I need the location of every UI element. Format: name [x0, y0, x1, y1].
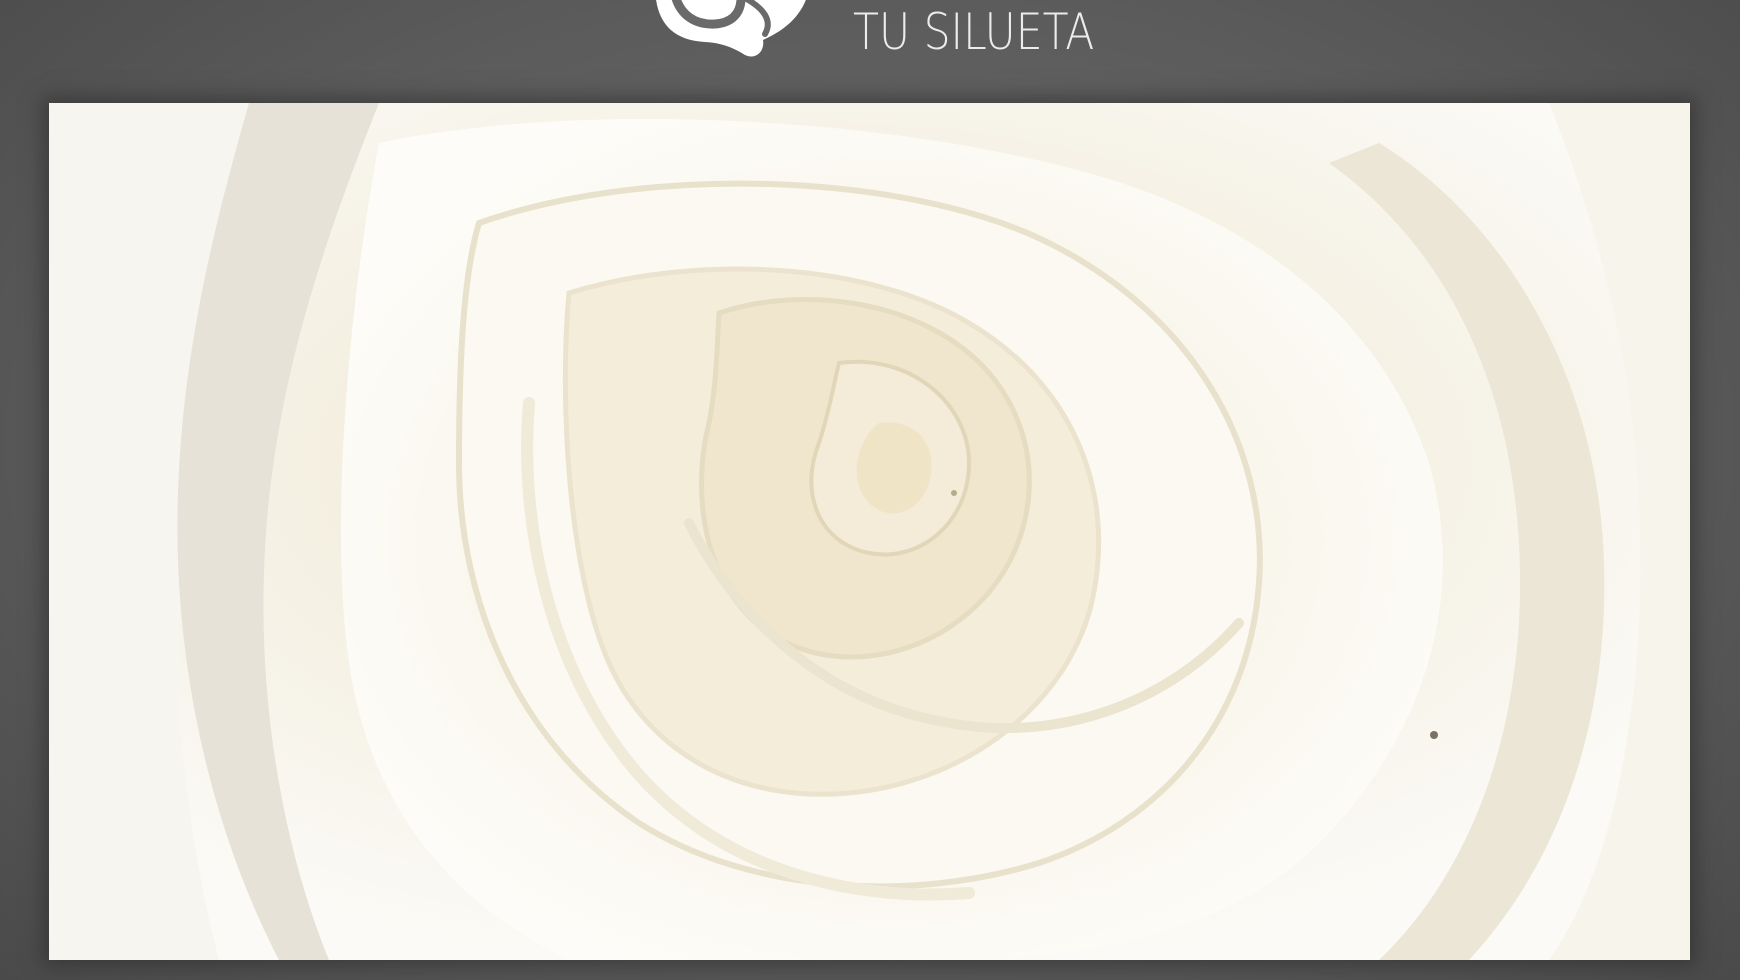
white-rose-photo [49, 103, 1690, 960]
rose-logo-icon [645, 0, 815, 65]
brand-tagline: TU SILUETA [853, 3, 1095, 61]
header: TU SILUETA [0, 0, 1740, 100]
white-rose-icon [49, 103, 1690, 960]
